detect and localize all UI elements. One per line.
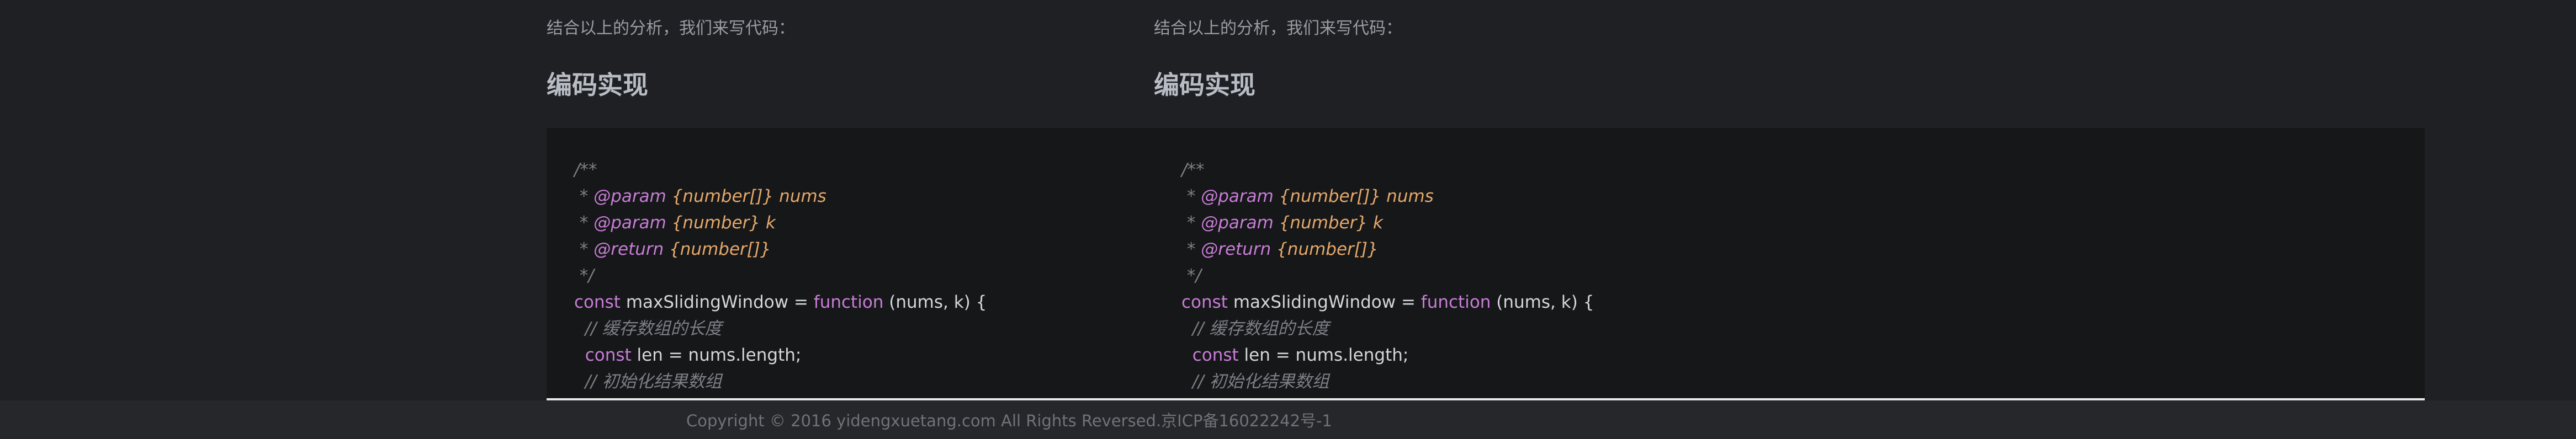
line-comment: // 初始化结果数组 — [1181, 372, 1329, 392]
doc-prefix: * — [1181, 186, 1201, 206]
len-statement: len = nums.length; — [631, 345, 802, 365]
footer-copyright: Copyright © 2016 yidengxuetang.com All R… — [686, 411, 1332, 430]
intro-text: 结合以上的分析，我们来写代码： — [1154, 19, 1402, 38]
doc-comment-close: */ — [1181, 266, 1201, 286]
code-content: /** * @param {number[]} nums * @param {n… — [574, 157, 987, 395]
section-heading: 编码实现 — [1154, 70, 1255, 100]
return-tag: @return — [1201, 239, 1271, 259]
code-block[interactable]: /** * @param {number[]} nums * @param {n… — [1154, 128, 2425, 401]
keyword-function: function — [1420, 292, 1491, 312]
param-tag: @param — [1201, 186, 1274, 206]
keyword-const: const — [574, 292, 621, 312]
code-block[interactable]: /** * @param {number[]} nums * @param {n… — [547, 128, 1165, 401]
len-statement: len = nums.length; — [1238, 345, 1409, 365]
keyword-const: const — [585, 345, 632, 365]
param-tag: @param — [593, 213, 666, 233]
function-args: (nums, k) { — [1491, 292, 1594, 312]
param-tag: @param — [593, 186, 666, 206]
param-type: {number[]} nums — [1273, 186, 1434, 206]
doc-prefix: * — [1181, 239, 1201, 259]
doc-prefix: * — [574, 186, 594, 206]
line-comment: // 缓存数组的长度 — [574, 319, 722, 339]
doc-comment-open: /** — [1181, 160, 1205, 180]
line-comment: // 缓存数组的长度 — [1181, 319, 1329, 339]
param-type: {number} k — [666, 213, 776, 233]
function-args: (nums, k) { — [883, 292, 987, 312]
param-type: {number[]} nums — [666, 186, 826, 206]
keyword-const: const — [1181, 292, 1228, 312]
return-type: {number[]} — [664, 239, 771, 259]
doc-prefix: * — [574, 213, 594, 233]
doc-comment-close: */ — [574, 266, 594, 286]
line-comment: // 初始化结果数组 — [574, 372, 722, 392]
return-tag: @return — [593, 239, 664, 259]
doc-comment-open: /** — [574, 160, 597, 180]
doc-prefix: * — [1181, 213, 1201, 233]
page: 结合以上的分析，我们来写代码： 编码实现 /** * @param {numbe… — [0, 0, 2576, 439]
function-name: maxSlidingWindow = — [1227, 292, 1421, 312]
intro-text: 结合以上的分析，我们来写代码： — [547, 19, 795, 38]
param-type: {number} k — [1273, 213, 1383, 233]
return-type: {number[]} — [1271, 239, 1379, 259]
keyword-const: const — [1192, 345, 1239, 365]
doc-prefix: * — [574, 239, 594, 259]
param-tag: @param — [1201, 213, 1274, 233]
code-content: /** * @param {number[]} nums * @param {n… — [1181, 157, 1594, 395]
keyword-function: function — [813, 292, 884, 312]
function-name: maxSlidingWindow = — [620, 292, 814, 312]
site-footer: Copyright © 2016 yidengxuetang.com All R… — [0, 400, 2576, 439]
section-heading: 编码实现 — [547, 70, 648, 100]
